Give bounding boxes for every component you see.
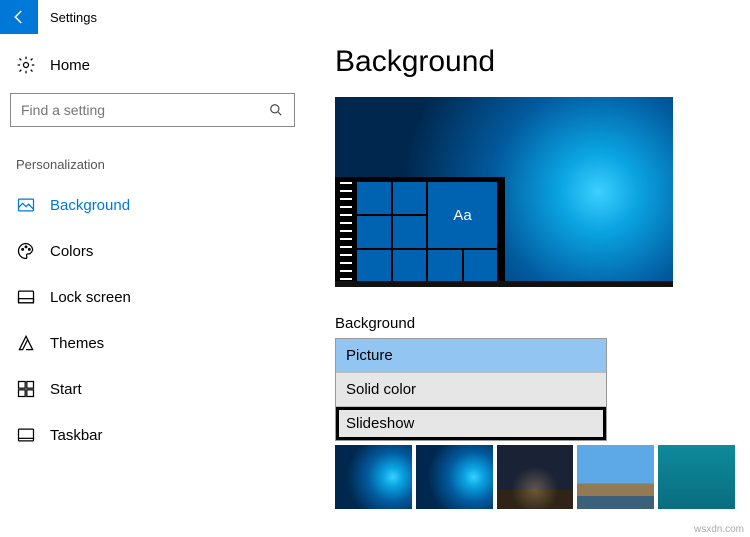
picture-thumbnails	[335, 445, 735, 509]
main-content: Background Aa Background Picture Solid c…	[335, 45, 735, 509]
nav-item-start[interactable]: Start	[10, 366, 295, 412]
category-header: Personalization	[10, 127, 295, 182]
taskbar-icon	[16, 425, 36, 445]
page-title: Background	[335, 45, 735, 79]
dropdown-option-solid-color[interactable]: Solid color	[336, 373, 606, 407]
sidebar: Home Personalization Background Colors L…	[0, 45, 305, 458]
palette-icon	[16, 241, 36, 261]
thumbnail-1[interactable]	[335, 445, 412, 509]
nav-item-lockscreen[interactable]: Lock screen	[10, 274, 295, 320]
preview-sample-text: Aa	[428, 182, 497, 248]
background-type-dropdown[interactable]: Picture Solid color Slideshow	[335, 338, 607, 441]
nav-item-colors[interactable]: Colors	[10, 228, 295, 274]
picture-icon	[16, 195, 36, 215]
nav-item-label: Colors	[50, 243, 93, 260]
nav-item-label: Themes	[50, 335, 104, 352]
lockscreen-icon	[16, 287, 36, 307]
titlebar: Settings	[0, 0, 750, 34]
start-icon	[16, 379, 36, 399]
nav-item-taskbar[interactable]: Taskbar	[10, 412, 295, 458]
nav-item-label: Lock screen	[50, 289, 131, 306]
thumbnail-4[interactable]	[577, 445, 654, 509]
gear-icon	[16, 55, 36, 75]
search-input[interactable]	[21, 102, 251, 118]
thumbnail-5[interactable]	[658, 445, 735, 509]
search-box[interactable]	[10, 93, 295, 127]
home-link[interactable]: Home	[10, 45, 295, 93]
watermark: wsxdn.com	[694, 524, 744, 535]
nav-item-label: Start	[50, 381, 82, 398]
nav-item-label: Taskbar	[50, 427, 103, 444]
background-field-label: Background	[335, 315, 735, 332]
arrow-left-icon	[10, 8, 28, 26]
dropdown-option-picture[interactable]: Picture	[336, 339, 606, 373]
nav-item-background[interactable]: Background	[10, 182, 295, 228]
nav-item-themes[interactable]: Themes	[10, 320, 295, 366]
window-title: Settings	[38, 10, 97, 25]
home-label: Home	[50, 57, 90, 74]
nav-item-label: Background	[50, 197, 130, 214]
search-icon	[268, 102, 284, 118]
back-button[interactable]	[0, 0, 38, 34]
themes-icon	[16, 333, 36, 353]
thumbnail-2[interactable]	[416, 445, 493, 509]
dropdown-option-slideshow[interactable]: Slideshow	[336, 407, 606, 440]
background-preview: Aa	[335, 97, 673, 287]
thumbnail-3[interactable]	[497, 445, 574, 509]
